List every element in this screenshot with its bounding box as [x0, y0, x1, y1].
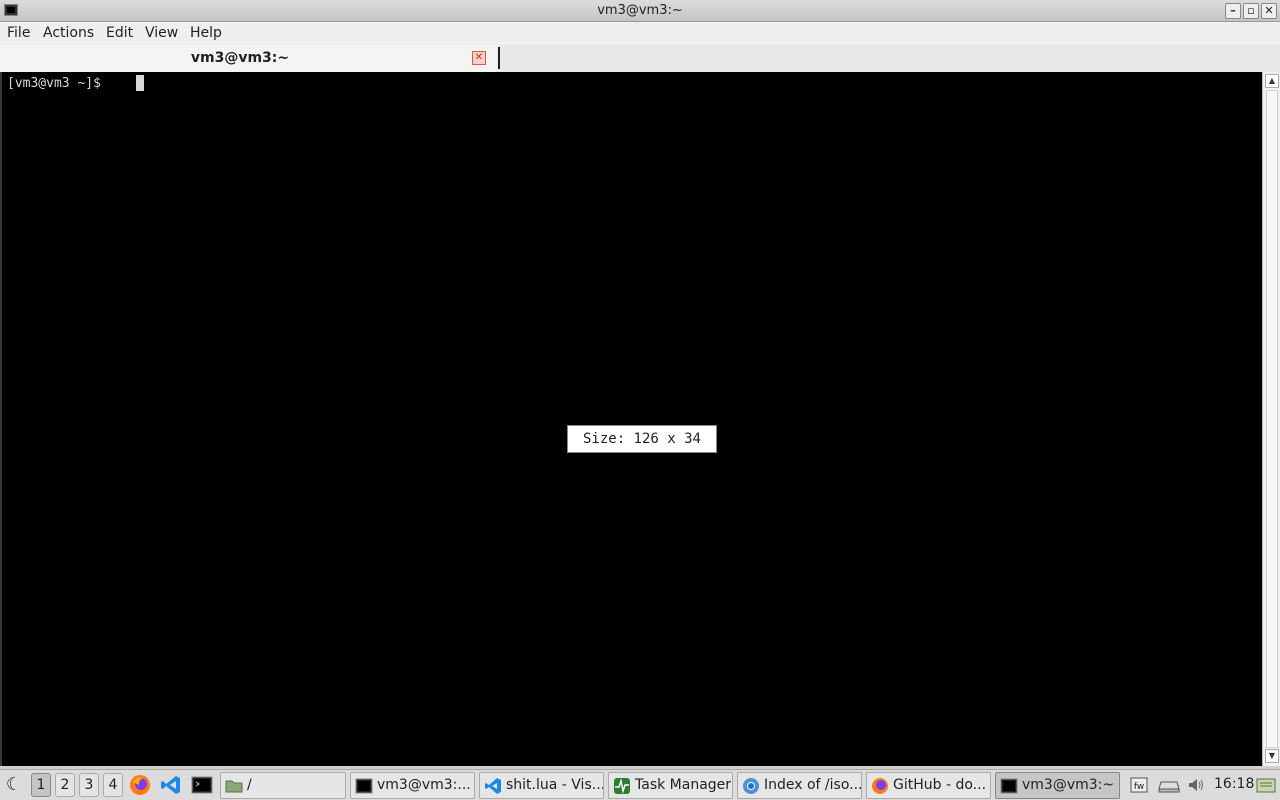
task-firefox[interactable]: GitHub - do... — [866, 772, 991, 799]
workspace-1[interactable]: 1 — [31, 773, 51, 797]
tab-terminal[interactable]: vm3@vm3:~ ✕ — [0, 45, 497, 72]
task-label: vm3@vm3:~ — [1022, 777, 1115, 793]
firefox-icon — [872, 778, 888, 794]
maximize-button[interactable]: ▫ — [1243, 3, 1259, 19]
scroll-up-icon[interactable]: ▲ — [1265, 74, 1279, 88]
mouse-ibeam-icon: I — [2, 477, 7, 496]
task-label: Index of /iso... — [764, 777, 862, 793]
menubar: File Actions Edit View Help — [0, 22, 1280, 45]
task-chromium[interactable]: Index of /iso... — [737, 772, 862, 799]
workspace-4[interactable]: 4 — [103, 773, 123, 797]
firefox-icon[interactable] — [129, 774, 151, 796]
clock[interactable]: 16:18 — [1214, 776, 1254, 792]
drive-icon[interactable] — [1158, 776, 1180, 794]
menu-help[interactable]: Help — [190, 25, 222, 41]
scroll-thumb[interactable] — [1266, 90, 1278, 748]
terminal-icon — [355, 778, 373, 794]
tab-separator — [498, 47, 500, 69]
window-title: vm3@vm3:~ — [597, 3, 683, 18]
taskbar: ☾ 1 2 3 4 / vm3@vm3:... shit.lua - Vis..… — [0, 769, 1280, 800]
terminal-icon — [1000, 778, 1018, 794]
tab-label: vm3@vm3:~ — [190, 50, 290, 66]
task-label: Task Manager — [635, 777, 732, 793]
folder-icon — [225, 780, 243, 793]
chromium-icon — [743, 778, 759, 794]
tab-close-icon[interactable]: ✕ — [472, 51, 486, 65]
vscode-icon — [485, 778, 501, 794]
shell-prompt: [vm3@vm3 ~]$ — [7, 76, 109, 91]
start-menu-icon[interactable]: ☾ — [3, 773, 25, 797]
volume-icon[interactable] — [1187, 776, 1205, 794]
task-file-manager[interactable]: / — [220, 772, 346, 799]
size-popup: Size: 126 x 34 — [567, 425, 717, 453]
menu-file[interactable]: File — [7, 25, 30, 41]
task-terminal-1[interactable]: vm3@vm3:... — [350, 772, 475, 799]
workspace-2[interactable]: 2 — [55, 773, 75, 797]
terminal-icon[interactable] — [191, 774, 213, 796]
task-label: GitHub - do... — [893, 777, 987, 793]
task-manager-icon — [614, 778, 630, 794]
task-terminal-active[interactable]: vm3@vm3:~ — [995, 772, 1120, 799]
close-button[interactable]: ✕ — [1261, 3, 1277, 19]
task-vscode[interactable]: shit.lua - Vis... — [479, 772, 604, 799]
keyboard-layout-icon[interactable]: fw — [1130, 776, 1148, 794]
vertical-scrollbar[interactable]: ▲ ▼ — [1262, 72, 1280, 766]
vscode-icon[interactable] — [160, 774, 182, 796]
terminal-view[interactable]: [vm3@vm3 ~]$ Size: 126 x 34 — [0, 72, 1262, 766]
text-cursor — [136, 75, 144, 91]
window-titlebar[interactable]: vm3@vm3:~ – ▫ ✕ — [0, 0, 1280, 22]
scroll-down-icon[interactable]: ▼ — [1265, 749, 1279, 763]
notes-icon[interactable] — [1256, 776, 1276, 794]
menu-edit[interactable]: Edit — [106, 25, 133, 41]
workspace-3[interactable]: 3 — [79, 773, 99, 797]
menu-actions[interactable]: Actions — [43, 25, 94, 41]
task-label: vm3@vm3:... — [377, 777, 471, 793]
minimize-button[interactable]: – — [1225, 3, 1241, 19]
svg-text:fw: fw — [1134, 782, 1144, 792]
tab-bar: vm3@vm3:~ ✕ — [0, 45, 1280, 72]
task-task-manager[interactable]: Task Manager — [608, 772, 733, 799]
task-label: shit.lua - Vis... — [506, 777, 604, 793]
menu-view[interactable]: View — [145, 25, 178, 41]
task-label: / — [247, 777, 252, 793]
